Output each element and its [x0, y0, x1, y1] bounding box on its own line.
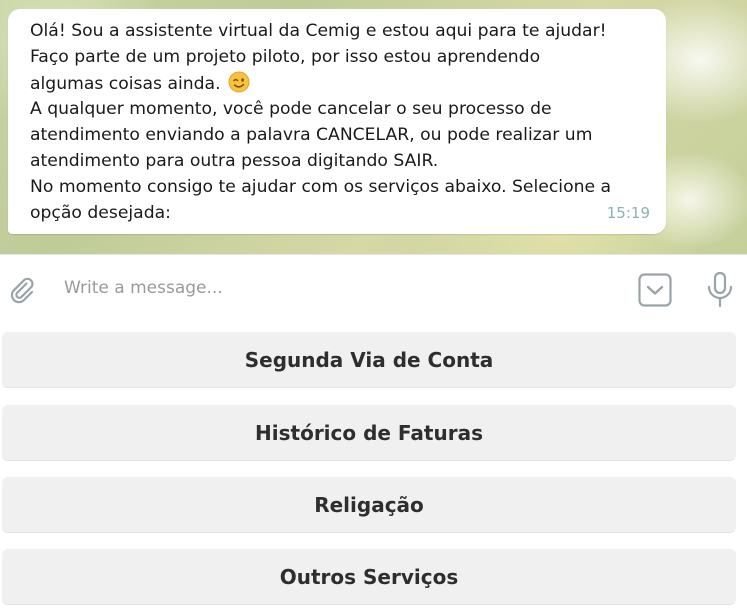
message-line-1: Olá! Sou a assistente virtual da Cemig e… [30, 21, 607, 41]
segunda-via-de-conta-button[interactable]: Segunda Via de Conta [2, 332, 736, 388]
message-line-6: atendimento para outra pessoa digitando … [30, 150, 439, 171]
message-line-2: Faço parte de um projeto piloto, por iss… [30, 46, 541, 67]
message-bubble: Olá! Sou a assistente virtual da Cemig e… [8, 9, 666, 235]
chat-area: Olá! Sou a assistente virtual da Cemig e… [0, 0, 747, 254]
religacao-button[interactable]: Religação [2, 477, 736, 533]
keyboard-toggle-icon[interactable] [637, 272, 673, 308]
composer-bar [0, 254, 747, 323]
message-line-4: A qualquer momento, você pode cancelar o… [30, 99, 552, 120]
message-line-3: algumas coisas ainda. [30, 73, 221, 94]
message-line-3-wrap: algumas coisas ainda. [30, 71, 652, 98]
message-line-7: No momento consigo te ajudar com os serv… [30, 176, 612, 197]
message-line-8: opção desejada: [30, 202, 171, 223]
historico-de-faturas-button[interactable]: Histórico de Faturas [2, 405, 736, 461]
message-time: 15:19 [606, 203, 650, 222]
message-line-5: atendimento enviando a palavra CANCELAR,… [30, 125, 593, 146]
message-input[interactable] [64, 273, 604, 303]
winking-face-icon [228, 71, 250, 93]
microphone-icon[interactable] [705, 271, 735, 309]
paperclip-icon[interactable] [7, 275, 37, 305]
outros-servicos-button[interactable]: Outros Serviços [2, 549, 736, 605]
